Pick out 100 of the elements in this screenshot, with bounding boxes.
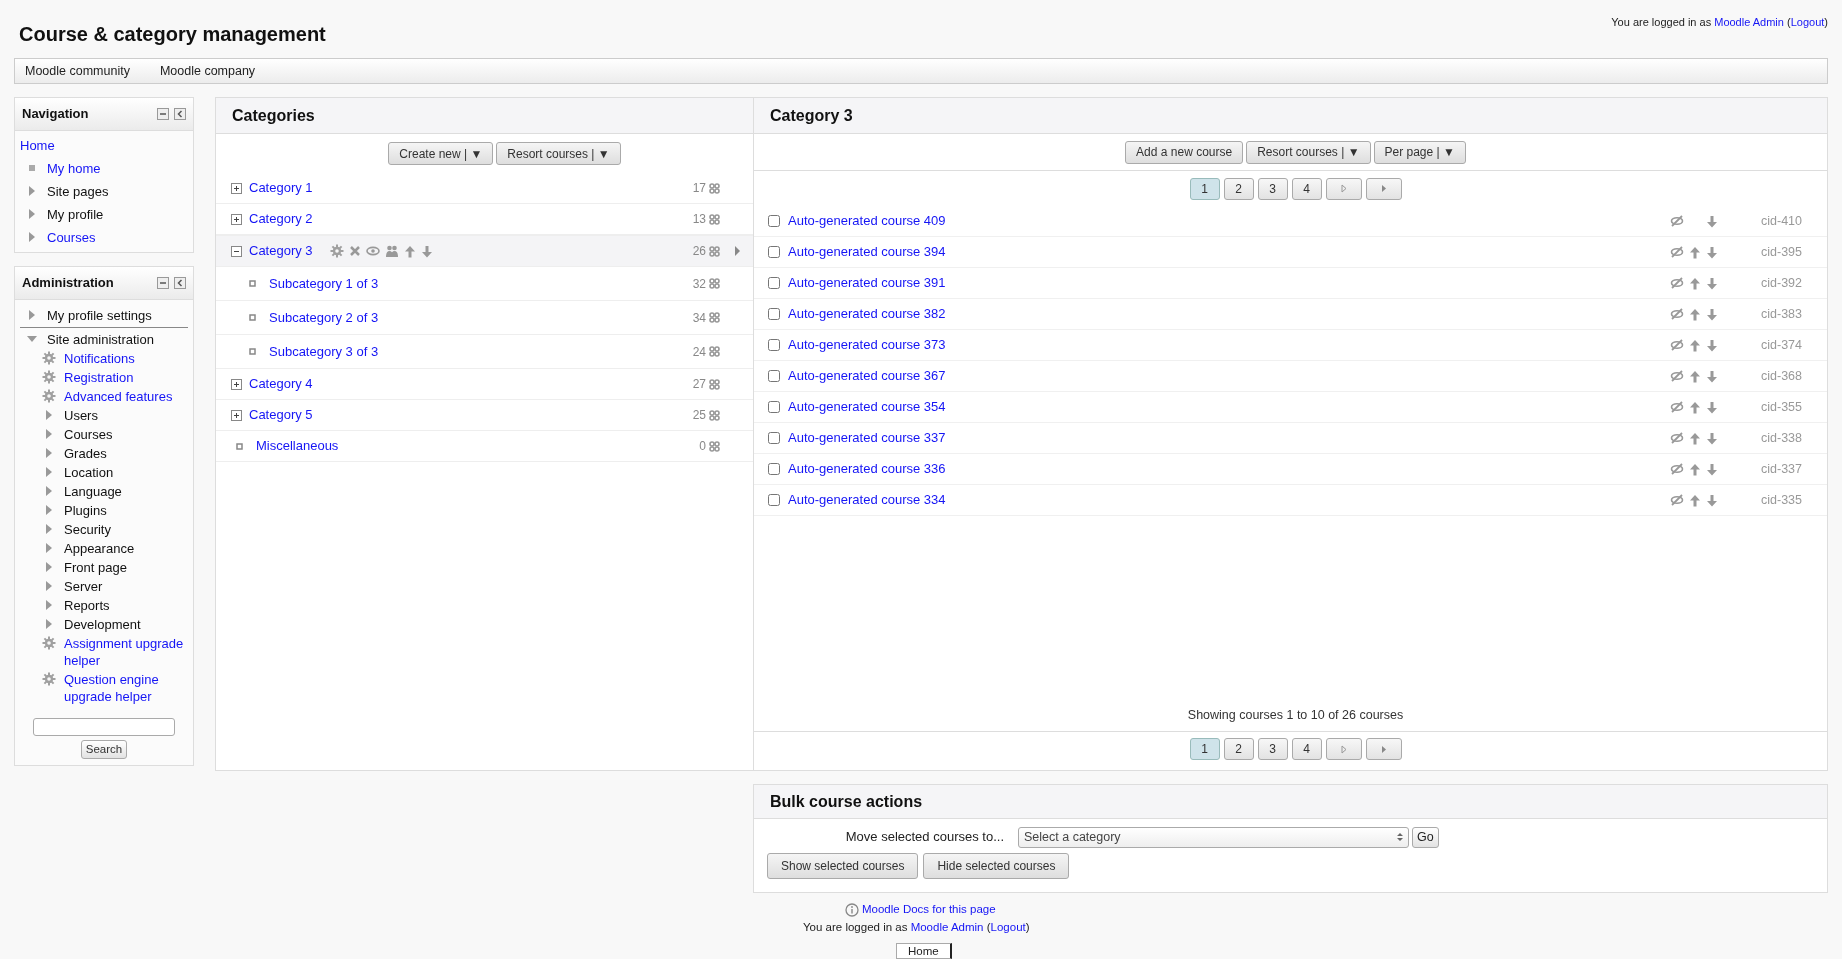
category-row[interactable]: Category 4 27 — [216, 369, 753, 400]
category-link[interactable]: Category 5 — [249, 405, 313, 425]
category-link[interactable]: Subcategory 3 of 3 — [269, 341, 379, 362]
nav-item[interactable]: Site administration — [47, 331, 154, 348]
nav-item[interactable]: Appearance — [64, 540, 135, 557]
docs-link[interactable]: Moodle Docs for this page — [862, 901, 996, 919]
course-row[interactable]: Auto-generated course 409 cid-410 — [754, 206, 1827, 237]
category-link[interactable]: Category 1 — [249, 178, 313, 198]
nav-link[interactable]: Home — [20, 137, 55, 154]
nav-item[interactable]: Front page — [64, 559, 127, 576]
course-link[interactable]: Auto-generated course 391 — [788, 273, 946, 293]
next-page-button[interactable] — [1325, 738, 1362, 760]
nav-item[interactable]: Security — [64, 521, 111, 538]
nav-item[interactable]: My profile — [47, 206, 104, 223]
nav-item[interactable]: Courses — [64, 426, 113, 443]
user-link[interactable]: Moodle Admin — [1714, 16, 1784, 28]
nav-item[interactable]: Language — [64, 483, 122, 500]
course-checkbox[interactable] — [768, 401, 780, 413]
page-button[interactable]: 2 — [1223, 177, 1254, 200]
nav-item[interactable]: Grades — [64, 445, 107, 462]
category-link[interactable]: Category 4 — [249, 374, 313, 394]
search-field[interactable] — [33, 718, 175, 736]
nav-link[interactable]: Assignment upgrade helper — [64, 635, 188, 669]
dropdown-button[interactable]: Resort courses | ▼ — [496, 142, 621, 165]
course-link[interactable]: Auto-generated course 334 — [788, 490, 946, 510]
page-button[interactable]: 3 — [1257, 177, 1288, 200]
page-button[interactable]: 4 — [1291, 177, 1322, 200]
course-row[interactable]: Auto-generated course 373 cid-374 — [754, 330, 1827, 361]
page-button[interactable]: 1 — [1189, 738, 1220, 760]
course-checkbox[interactable] — [768, 246, 780, 258]
nav-link[interactable]: Courses — [47, 229, 96, 246]
course-checkbox[interactable] — [768, 277, 780, 289]
course-link[interactable]: Auto-generated course 394 — [788, 242, 946, 262]
course-link[interactable]: Auto-generated course 382 — [788, 304, 946, 324]
page-button[interactable]: 4 — [1291, 738, 1322, 760]
course-row[interactable]: Auto-generated course 336 cid-337 — [754, 454, 1827, 485]
course-link[interactable]: Auto-generated course 336 — [788, 459, 946, 479]
course-checkbox[interactable] — [768, 215, 780, 227]
category-row[interactable]: Subcategory 3 of 3 24 — [216, 335, 753, 369]
course-row[interactable]: Auto-generated course 354 cid-355 — [754, 392, 1827, 423]
course-checkbox[interactable] — [768, 432, 780, 444]
dropdown-button[interactable]: Per page | ▼ — [1373, 140, 1466, 164]
course-link[interactable]: Auto-generated course 373 — [788, 335, 946, 355]
course-row[interactable]: Auto-generated course 391 cid-392 — [754, 268, 1827, 299]
page-button[interactable]: 3 — [1257, 738, 1288, 760]
nav-item[interactable]: Reports — [64, 597, 110, 614]
next-page-button[interactable] — [1325, 177, 1362, 200]
bulk-button[interactable]: Show selected courses — [767, 853, 919, 879]
course-link[interactable]: Auto-generated course 367 — [788, 366, 946, 386]
add-course-button[interactable]: Add a new course — [1125, 140, 1244, 164]
nav-link[interactable]: Notifications — [64, 350, 135, 367]
category-link[interactable]: Subcategory 2 of 3 — [269, 307, 379, 328]
category-link[interactable]: Category 2 — [249, 209, 313, 229]
last-page-button[interactable] — [1365, 738, 1402, 760]
course-checkbox[interactable] — [768, 494, 780, 506]
course-link[interactable]: Auto-generated course 337 — [788, 428, 946, 448]
course-link[interactable]: Auto-generated course 409 — [788, 211, 946, 231]
course-row[interactable]: Auto-generated course 337 cid-338 — [754, 423, 1827, 454]
course-row[interactable]: Auto-generated course 367 cid-368 — [754, 361, 1827, 392]
nav-link[interactable]: Question engine upgrade helper — [64, 671, 188, 705]
dropdown-button[interactable]: Resort courses | ▼ — [1246, 140, 1371, 164]
logout-link[interactable]: Logout — [990, 921, 1026, 934]
category-row[interactable]: Subcategory 1 of 3 32 — [216, 267, 753, 301]
category-row[interactable]: Category 1 17 — [216, 173, 753, 204]
category-row[interactable]: Category 3 26 — [216, 235, 753, 267]
nav-item[interactable]: Users — [64, 407, 98, 424]
nav-link[interactable]: Registration — [64, 369, 134, 386]
home-button[interactable]: Home — [896, 942, 952, 959]
category-row[interactable]: Category 5 25 — [216, 400, 753, 431]
category-row[interactable]: Subcategory 2 of 3 34 — [216, 301, 753, 335]
course-checkbox[interactable] — [768, 463, 780, 475]
last-page-button[interactable] — [1365, 177, 1402, 200]
bulk-button[interactable]: Hide selected courses — [923, 853, 1070, 879]
user-link[interactable]: Moodle Admin — [910, 921, 984, 934]
course-row[interactable]: Auto-generated course 382 cid-383 — [754, 299, 1827, 330]
nav-link[interactable]: My home — [47, 160, 101, 177]
logout-link[interactable]: Logout — [1790, 16, 1825, 28]
search-button[interactable]: Search — [80, 740, 128, 759]
nav-item[interactable]: My profile settings — [47, 307, 152, 324]
nav-item[interactable]: Plugins — [64, 502, 107, 519]
course-checkbox[interactable] — [768, 370, 780, 382]
go-button[interactable]: Go — [1412, 826, 1439, 848]
course-link[interactable]: Auto-generated course 354 — [788, 397, 946, 417]
menu-item[interactable]: Moodle company — [159, 61, 256, 81]
category-select[interactable]: Select a category — [1018, 826, 1409, 848]
course-checkbox[interactable] — [768, 339, 780, 351]
course-checkbox[interactable] — [768, 308, 780, 320]
course-row[interactable]: Auto-generated course 334 cid-335 — [754, 485, 1827, 516]
page-button[interactable]: 1 — [1189, 177, 1220, 200]
nav-item[interactable]: Server — [64, 578, 103, 595]
nav-link[interactable]: Advanced features — [64, 388, 173, 405]
course-row[interactable]: Auto-generated course 394 cid-395 — [754, 237, 1827, 268]
category-link[interactable]: Subcategory 1 of 3 — [269, 273, 379, 294]
nav-item[interactable]: Site pages — [47, 183, 109, 200]
menu-item[interactable]: Moodle community — [25, 61, 130, 81]
page-button[interactable]: 2 — [1223, 738, 1254, 760]
category-row[interactable]: Miscellaneous 0 — [216, 431, 753, 462]
nav-item[interactable]: Location — [64, 464, 114, 481]
category-link[interactable]: Category 3 — [249, 241, 313, 261]
dropdown-button[interactable]: Create new | ▼ — [388, 142, 494, 165]
